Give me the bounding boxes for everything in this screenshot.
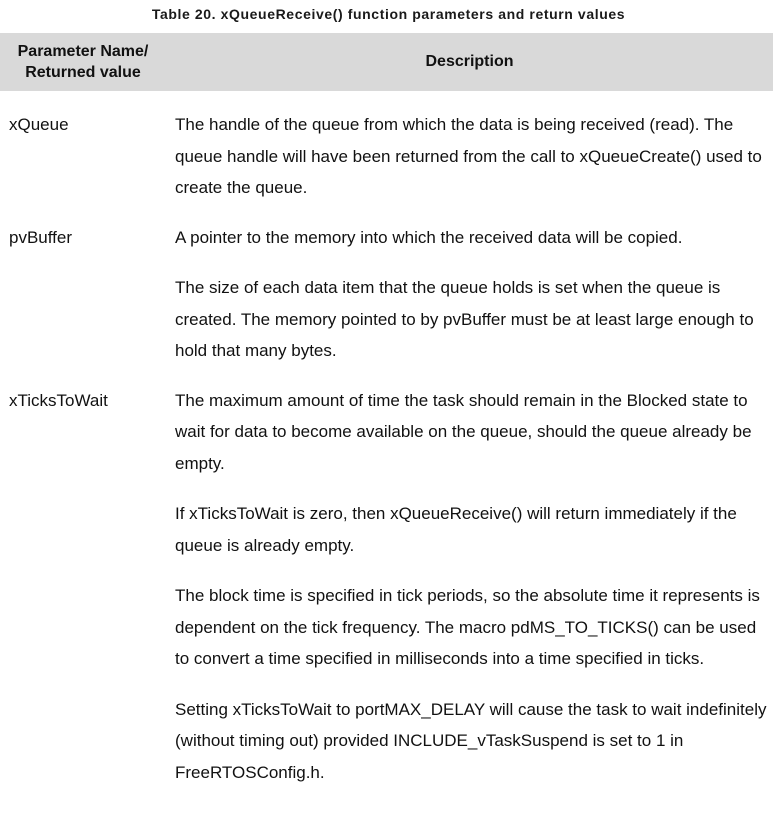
table-row-pvbuffer: pvBuffer A pointer to the memory into wh…	[0, 222, 777, 367]
description-paragraph: The size of each data item that the queu…	[175, 278, 754, 360]
header-description: Description	[425, 53, 514, 70]
description-paragraph: The handle of the queue from which the d…	[175, 115, 762, 197]
table-body: xQueue The handle of the queue from whic…	[0, 109, 777, 806]
table-row-xqueue: xQueue The handle of the queue from whic…	[0, 109, 777, 204]
header-parameter-line1: Parameter Name/	[17, 43, 149, 60]
header-parameter-name: Parameter Name/ Returned value	[0, 33, 166, 91]
description-paragraph: A pointer to the memory into which the r…	[175, 227, 683, 247]
param-name: pvBuffer	[9, 227, 73, 247]
description-paragraph: The maximum amount of time the task shou…	[175, 390, 752, 473]
param-name: xQueue	[9, 115, 69, 134]
description-paragraph: Setting xTicksToWait to portMAX_DELAY wi…	[175, 699, 767, 782]
param-name: xTicksToWait	[9, 390, 108, 410]
description-paragraph: The block time is specified in tick peri…	[175, 586, 760, 668]
table-header: Parameter Name/ Returned value Descripti…	[0, 33, 773, 91]
header-parameter-line2: Returned value	[25, 64, 141, 81]
table-caption: Table 20. xQueueReceive() function param…	[151, 6, 626, 22]
param-description: The handle of the queue from which the d…	[175, 109, 775, 204]
description-paragraph: If xTicksToWait is zero, then xQueueRece…	[175, 504, 737, 555]
param-description: A pointer to the memory into which the r…	[175, 222, 775, 367]
param-description: The maximum amount of time the task shou…	[175, 385, 775, 789]
table-row-xtickstowait: xTicksToWait The maximum amount of time …	[0, 385, 777, 789]
